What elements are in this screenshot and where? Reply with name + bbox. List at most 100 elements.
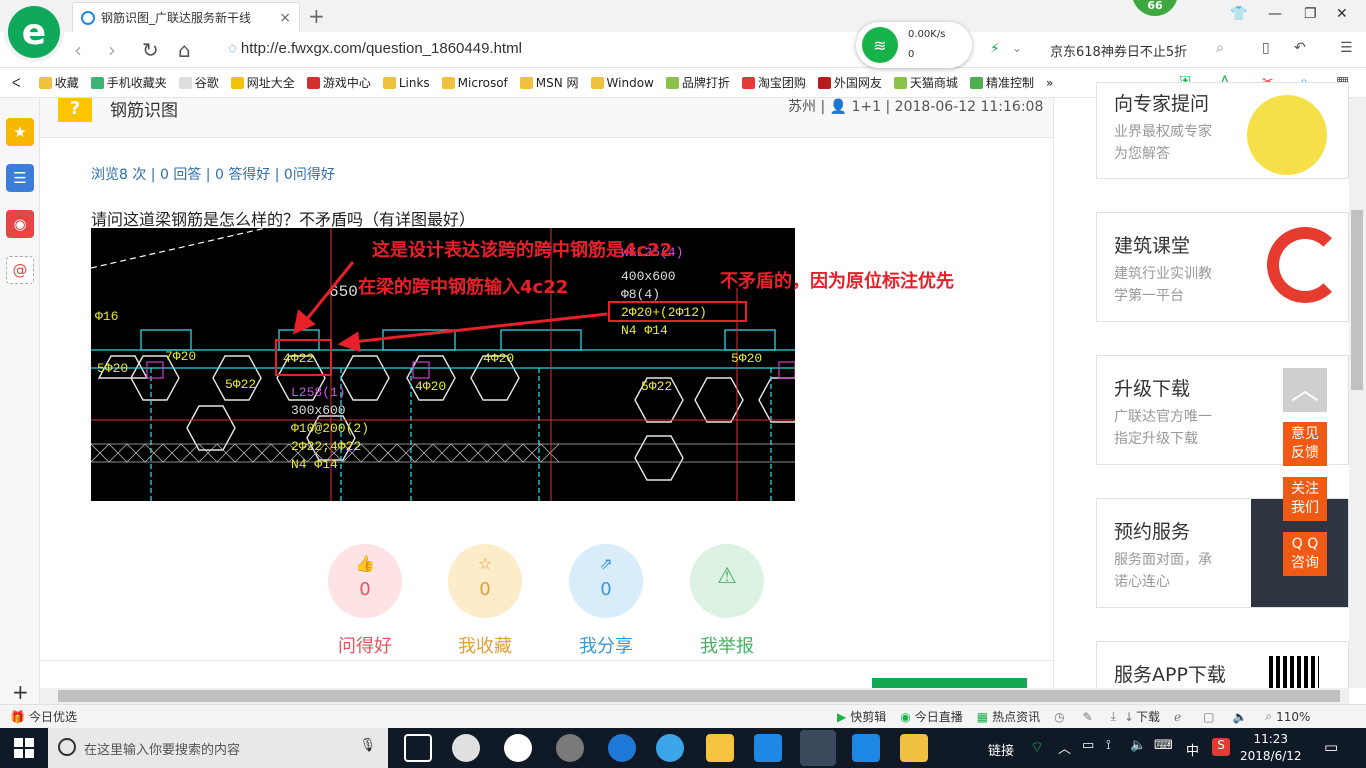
more-bookmarks-button[interactable]: » [1046, 76, 1053, 90]
sound-icon[interactable]: 🔈 [1232, 710, 1247, 724]
keyboard-icon[interactable]: ⌨ [1154, 738, 1173, 753]
taskbar-search-input[interactable]: 在这里输入你要搜索的内容 🎙 [48, 728, 388, 768]
follow-button[interactable]: 关注 我们 [1283, 477, 1327, 521]
like-button[interactable]: 👍 0 [328, 544, 402, 618]
mail-icon[interactable]: @ [6, 256, 34, 284]
favorite-button[interactable]: ☆ 0 [448, 544, 522, 618]
bookmark-item[interactable]: 谷歌 [178, 74, 219, 91]
pinwheel-app-icon[interactable] [452, 734, 480, 762]
microphone-icon[interactable]: 🎙 [359, 738, 376, 753]
favorite-label[interactable]: 我收藏 [440, 632, 530, 658]
notification-center-icon[interactable]: ▭ [1324, 738, 1338, 756]
ie-taskbar-icon[interactable] [656, 734, 684, 762]
card-app-download[interactable]: 服务APP下载 [1096, 641, 1349, 688]
undo-icon[interactable]: ↶ [1294, 40, 1306, 56]
quick-edit-link[interactable]: 快剪辑 [850, 708, 886, 725]
download-link[interactable]: 下载 [1136, 708, 1160, 725]
live-link[interactable]: 今日直播 [915, 708, 963, 725]
restore-icon[interactable]: ❐ [1304, 6, 1317, 22]
promo-link[interactable]: 京东618神券日不止5折 [1050, 41, 1187, 60]
lightning-icon[interactable]: ⚡ [990, 41, 1000, 57]
windows-start-icon[interactable] [14, 738, 34, 758]
close-window-icon[interactable]: ✕ [1336, 6, 1348, 22]
bookmark-item[interactable]: Links [382, 76, 430, 90]
bookmark-item[interactable]: 收藏 [38, 74, 79, 91]
task-view-icon[interactable] [404, 734, 432, 762]
notepad-app-icon[interactable] [900, 734, 928, 762]
bookmark-item[interactable]: 手机收藏夹 [90, 74, 167, 91]
bookmark-item[interactable]: 游戏中心 [306, 74, 371, 91]
remote-app-icon[interactable] [852, 734, 880, 762]
file-explorer-icon[interactable] [706, 734, 734, 762]
window-icon[interactable]: ▢ [1203, 710, 1214, 724]
chevron-down-icon[interactable]: ⌄ [1012, 41, 1022, 55]
bookmark-item[interactable]: 外国网友 [817, 74, 882, 91]
report-button[interactable]: ⚠ [690, 544, 764, 618]
news-icon[interactable]: ☰ [6, 164, 34, 192]
tab-active[interactable]: 钢筋识图_广联达服务新干线 × [72, 2, 300, 32]
menu-icon[interactable]: ☰ [1340, 40, 1353, 56]
horizontal-scroll-thumb[interactable] [58, 690, 1340, 702]
bookmark-item[interactable]: 天猫商城 [893, 74, 958, 91]
volume-icon[interactable]: 🔈 [1130, 738, 1146, 753]
card-ask-expert[interactable]: 向专家提问 业界最权威专家 为您解答 [1096, 82, 1349, 179]
shirt-icon[interactable]: 👕 [1230, 6, 1247, 22]
cad-drawing-image[interactable]: 7Φ20 4Φ22 4Φ20 5Φ20 5Φ22 5Φ22 4Φ20 5Φ20 … [91, 228, 795, 501]
tool-icon[interactable]: ⤓ [1111, 709, 1116, 724]
back-to-top-icon[interactable]: ︿ [1283, 368, 1327, 412]
ime-indicator[interactable]: 中 [1186, 740, 1199, 759]
e-browser-icon[interactable] [504, 734, 532, 762]
like-label[interactable]: 问得好 [320, 632, 410, 658]
pin-icon[interactable]: ✎ [1083, 710, 1093, 724]
chevron-up-icon[interactable]: ︿ [1058, 738, 1071, 757]
ie-icon[interactable]: ℯ [1174, 710, 1181, 724]
share-button[interactable]: ⇗ 0 [569, 544, 643, 618]
bookmark-item[interactable]: 网址大全 [230, 74, 295, 91]
active-browser-task-icon[interactable] [800, 730, 836, 766]
refresh-icon[interactable]: ↻ [142, 38, 159, 62]
question-stats[interactable]: 浏览8 次 | 0 回答 | 0 答得好 | 0问得好 [91, 164, 335, 184]
browser-logo[interactable]: e [8, 6, 60, 58]
battery-icon[interactable]: ▭ [1082, 738, 1094, 753]
network-tray-icon[interactable]: ⟟ [1106, 738, 1111, 753]
home-icon[interactable]: ⌂ [178, 38, 191, 62]
zoom-level[interactable]: 110% [1276, 710, 1310, 724]
search-icon[interactable]: ⌕ [1216, 40, 1224, 56]
bookmark-item[interactable]: MSN 网 [519, 74, 579, 91]
favorites-icon[interactable]: ★ [6, 118, 34, 146]
tab-close-icon[interactable]: × [279, 10, 291, 26]
today-picks-link[interactable]: 今日优选 [29, 708, 77, 725]
speed-icon[interactable]: ◷ [1054, 710, 1064, 724]
bookmark-item[interactable]: 品牌打折 [665, 74, 730, 91]
network-widget[interactable]: ≋ 0.00K/s 0 [856, 22, 972, 68]
url-field[interactable]: ◌ http://e.fwxgx.com/question_1860449.htm… [228, 40, 522, 57]
wifi-tray-icon[interactable]: ⌔ [1030, 738, 1044, 757]
qq-consult-button[interactable]: Q Q 咨询 [1283, 532, 1327, 576]
bookmark-item[interactable]: 淘宝团购 [741, 74, 806, 91]
glodon-app-icon[interactable] [754, 734, 782, 762]
phone-icon[interactable]: ▯ [1262, 40, 1270, 56]
card-building-class[interactable]: 建筑课堂 建筑行业实训教 学第一平台 [1096, 212, 1349, 322]
add-icon[interactable]: + [12, 680, 29, 704]
bookmark-item[interactable]: Window [590, 76, 654, 90]
vertical-scroll-thumb[interactable] [1351, 210, 1363, 390]
spiral-app-icon[interactable] [556, 734, 584, 762]
report-label[interactable]: 我举报 [682, 632, 772, 658]
vertical-scrollbar[interactable] [1349, 98, 1366, 688]
edge-icon[interactable] [608, 734, 636, 762]
hot-news-link[interactable]: 热点资讯 [992, 708, 1040, 725]
forward-icon[interactable]: › [108, 38, 116, 62]
weibo-icon[interactable]: ◉ [6, 210, 34, 238]
green-button-edge[interactable] [872, 678, 1027, 688]
bookmark-item[interactable]: Microsof [441, 76, 508, 90]
sidebar-toggle-icon[interactable]: ᐸ [12, 76, 21, 90]
bookmark-item[interactable]: 精准控制 [969, 74, 1034, 91]
minimize-icon[interactable]: — [1268, 6, 1282, 22]
feedback-button[interactable]: 意见 反馈 [1283, 422, 1327, 466]
back-icon[interactable]: ‹ [74, 38, 82, 62]
sogou-ime-icon[interactable]: S [1212, 738, 1230, 756]
share-label[interactable]: 我分享 [561, 632, 651, 658]
new-tab-button[interactable]: + [308, 4, 325, 28]
tray-links[interactable]: 链接 [988, 740, 1014, 759]
clock[interactable]: 11:23 2018/6/12 [1240, 731, 1302, 765]
